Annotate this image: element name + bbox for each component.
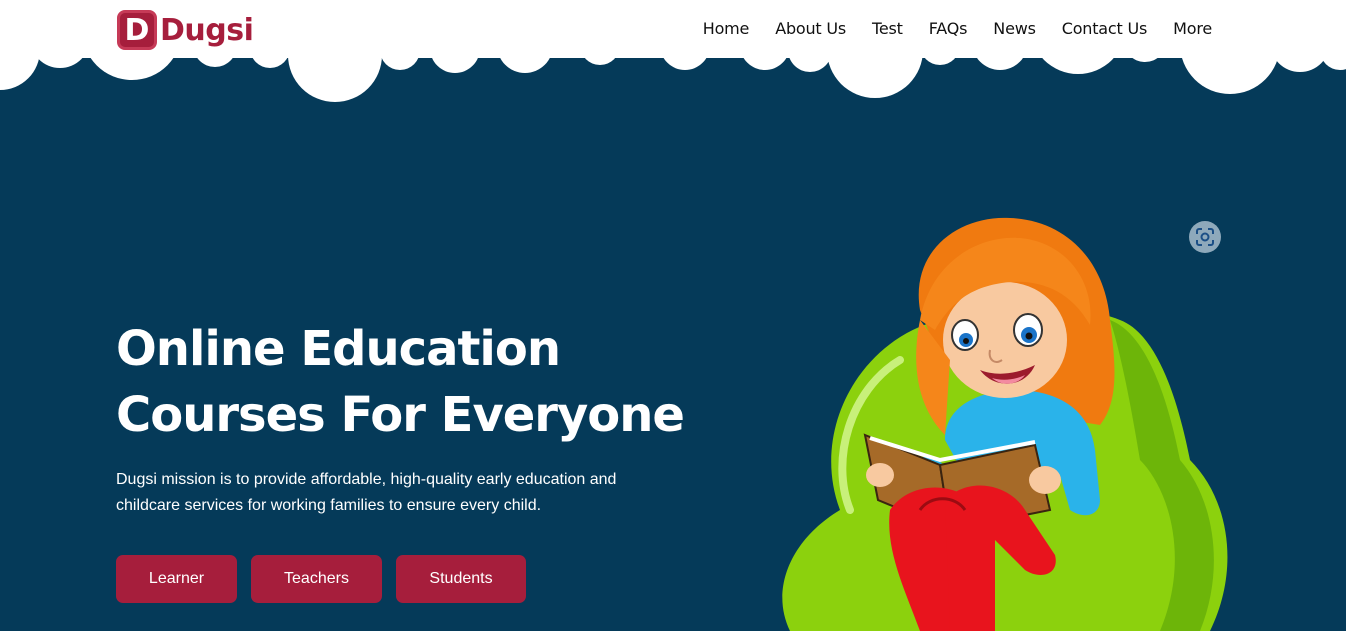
nav-news[interactable]: News [993,19,1036,38]
nav-more[interactable]: More [1173,19,1212,38]
logo-text: Dugsi [160,12,254,48]
visual-search-button[interactable] [1189,221,1221,253]
hero-title-line1: Online Education [116,321,561,377]
nav-test[interactable]: Test [872,19,903,38]
logo-mark: D [117,10,157,50]
nav-home[interactable]: Home [703,19,750,38]
hero-buttons: Learner Teachers Students [116,555,540,603]
nav-faqs[interactable]: FAQs [929,19,968,38]
girl-reading-illustration [782,217,1228,631]
hero-title: Online Education Courses For Everyone [116,316,685,448]
main-nav: Home About Us Test FAQs News Contact Us … [677,19,1212,38]
teachers-button[interactable]: Teachers [251,555,382,603]
site-logo[interactable]: D Dugsi [117,10,254,50]
students-button[interactable]: Students [396,555,526,603]
learner-button[interactable]: Learner [116,555,237,603]
hero-title-line2: Courses For Everyone [116,387,685,443]
hero-description: Dugsi mission is to provide affordable, … [116,471,617,514]
visual-search-icon [1196,228,1214,246]
nav-contact-us[interactable]: Contact Us [1062,19,1148,38]
nav-about-us[interactable]: About Us [775,19,846,38]
